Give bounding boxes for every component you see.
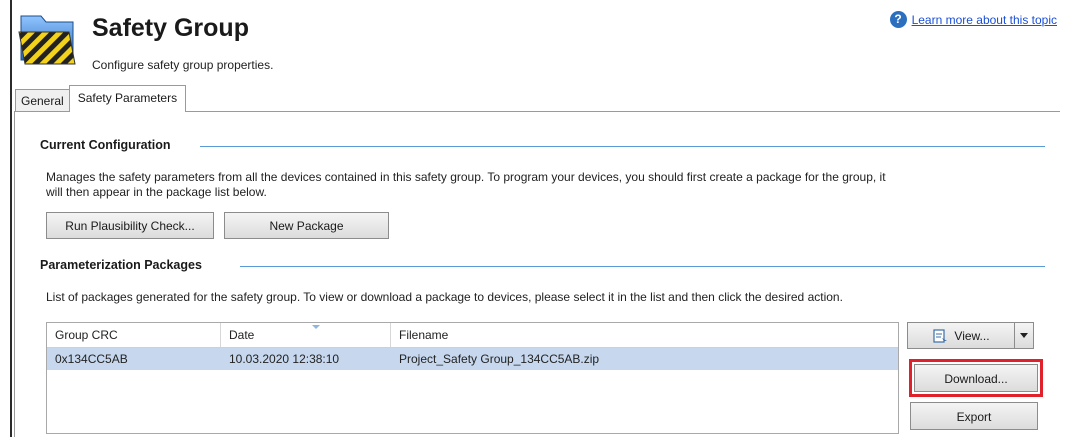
page-title: Safety Group (92, 14, 249, 42)
new-package-button[interactable]: New Package (224, 212, 389, 239)
cell-filename: Project_Safety Group_134CC5AB.zip (399, 352, 600, 366)
packages-description: List of packages generated for the safet… (46, 290, 843, 304)
safety-group-window: Safety Group Configure safety group prop… (0, 0, 1065, 437)
column-header-date[interactable]: Date (221, 323, 391, 347)
tab-strip: General Safety Parameters (15, 85, 187, 112)
window-frame-edge (10, 0, 12, 437)
chevron-down-icon (1020, 333, 1028, 338)
page-subtitle: Configure safety group properties. (92, 58, 274, 72)
cell-date: 10.03.2020 12:38:10 (229, 352, 340, 366)
help-link[interactable]: Learn more about this topic (912, 13, 1057, 27)
tab-safety-parameters[interactable]: Safety Parameters (68, 85, 187, 112)
view-button-label: View... (954, 328, 990, 343)
packages-table[interactable]: Group CRC Date Filename 0x134CC5AB 10.03… (46, 322, 899, 434)
table-header: Group CRC Date Filename (47, 323, 898, 348)
section-heading-current-configuration: Current Configuration (40, 138, 171, 152)
cell-group-crc: 0x134CC5AB (55, 352, 128, 366)
column-header-group-crc[interactable]: Group CRC (47, 323, 221, 347)
tab-general[interactable]: General (15, 89, 70, 112)
run-plausibility-check-button[interactable]: Run Plausibility Check... (46, 212, 214, 239)
view-split-button[interactable]: View... (907, 322, 1034, 349)
help-icon[interactable]: ? (889, 11, 907, 28)
sort-indicator-icon (312, 325, 320, 329)
safety-group-folder-icon (18, 15, 76, 65)
current-config-description-line1: Manages the safety parameters from all t… (46, 170, 886, 184)
view-button[interactable]: View... (908, 323, 1014, 348)
view-document-icon (933, 328, 948, 343)
export-button[interactable]: Export (910, 402, 1038, 430)
section-divider (240, 266, 1045, 267)
current-config-description-line2: will then appear in the package list bel… (46, 185, 267, 199)
help-link-group[interactable]: ? Learn more about this topic (889, 11, 1057, 28)
section-heading-parameterization-packages: Parameterization Packages (40, 258, 202, 272)
download-highlight-annotation (909, 359, 1043, 397)
table-row[interactable]: 0x134CC5AB 10.03.2020 12:38:10 Project_S… (47, 348, 898, 370)
column-header-filename[interactable]: Filename (391, 323, 898, 347)
section-divider (200, 146, 1045, 147)
view-dropdown-arrow[interactable] (1014, 323, 1033, 348)
